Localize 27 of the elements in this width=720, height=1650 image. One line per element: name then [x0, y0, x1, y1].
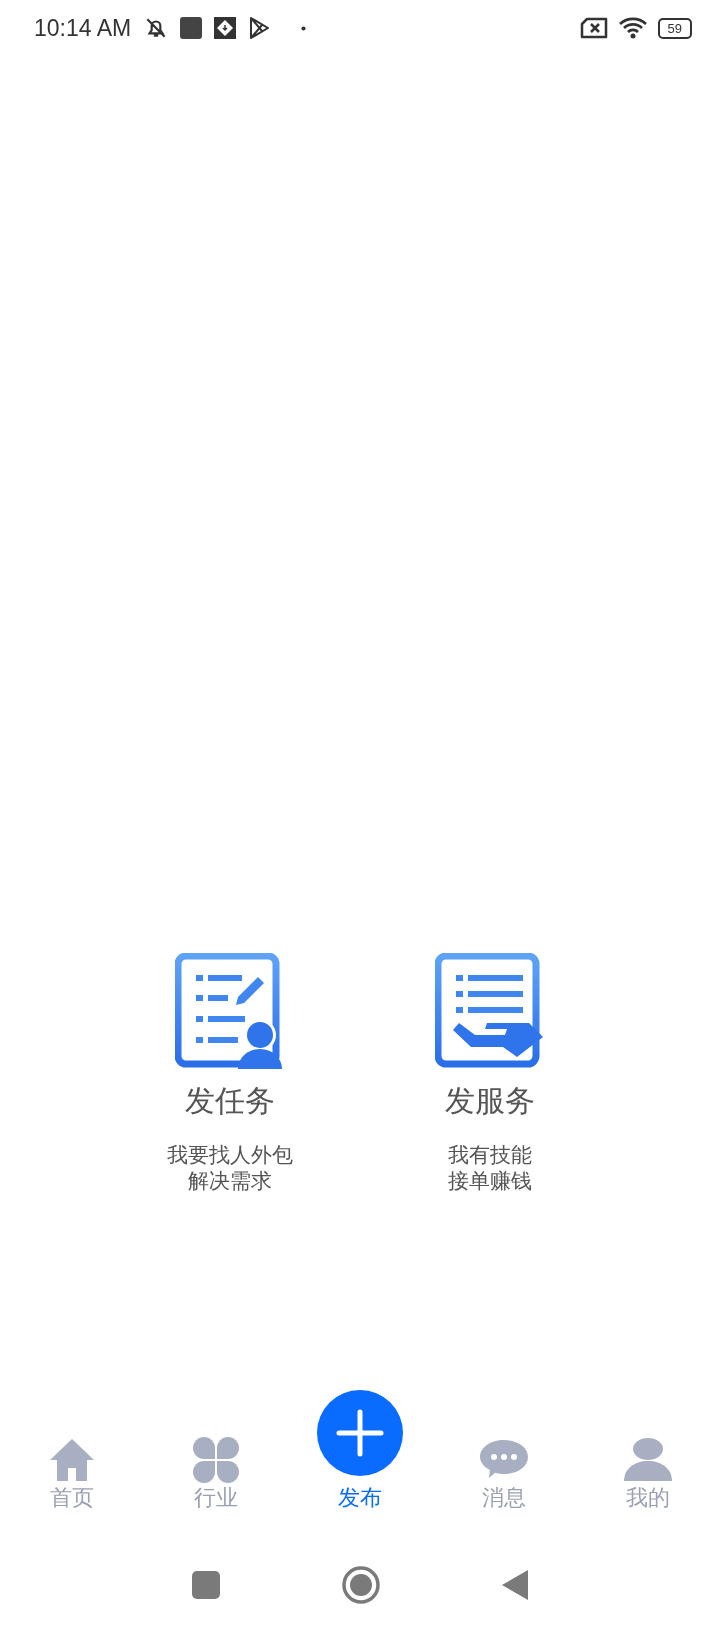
- tab[interactable]: 消息: [432, 1380, 576, 1540]
- document-hand-icon[interactable]: [435, 953, 545, 1069]
- option-description: 我有技能: [448, 1142, 532, 1168]
- recents-button[interactable]: [191, 1570, 221, 1600]
- option-description: 解决需求: [188, 1168, 272, 1194]
- four-petal-icon: [192, 1436, 240, 1484]
- tab[interactable]: 我的: [576, 1380, 720, 1540]
- document-person-icon[interactable]: [175, 953, 285, 1069]
- no-sim-icon: [579, 17, 608, 39]
- plus-icon: [317, 1390, 403, 1476]
- home-button[interactable]: [341, 1565, 381, 1605]
- tab[interactable]: 首页: [0, 1380, 144, 1540]
- tab[interactable]: 行业: [144, 1380, 288, 1540]
- battery-icon: 59: [657, 17, 692, 39]
- option-description: 我要找人外包: [167, 1142, 293, 1168]
- status-time: 10:14 AM: [34, 14, 132, 42]
- back-button[interactable]: [501, 1569, 529, 1601]
- square-icon: [179, 16, 204, 40]
- option-title[interactable]: 发服务: [445, 1081, 535, 1122]
- option-title[interactable]: 发任务: [185, 1081, 275, 1122]
- person-icon: [624, 1436, 672, 1484]
- option-description: 接单赚钱: [448, 1168, 532, 1194]
- home-icon: [48, 1436, 96, 1484]
- dot-icon: [301, 25, 307, 31]
- play-store-icon: [247, 16, 272, 40]
- tab[interactable]: 发布: [288, 1380, 432, 1540]
- wifi-icon: [617, 16, 648, 40]
